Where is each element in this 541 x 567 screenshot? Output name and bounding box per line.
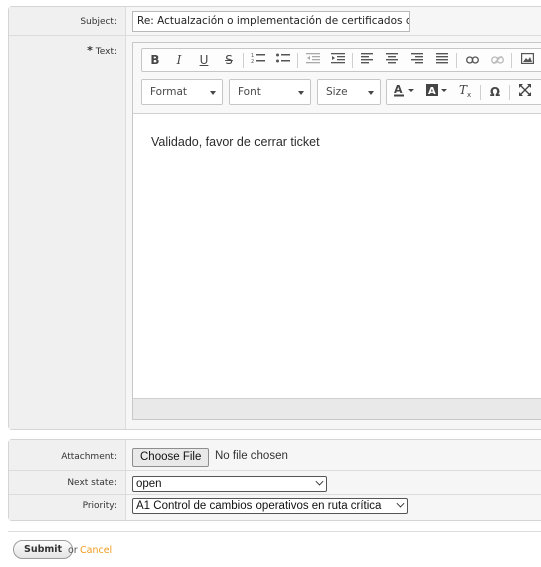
toolbar-separator bbox=[456, 53, 457, 68]
required-mark: * bbox=[87, 44, 93, 57]
remove-format-icon[interactable]: Tx bbox=[455, 83, 477, 102]
next-state-select[interactable]: open bbox=[132, 476, 327, 492]
format-label: Format bbox=[150, 86, 188, 98]
align-center-icon[interactable] bbox=[381, 51, 403, 70]
priority-row: Priority: A1 Control de cambios operativ… bbox=[9, 495, 541, 519]
priority-select[interactable]: A1 Control de cambios operativos en ruta… bbox=[132, 498, 408, 514]
svg-text:A: A bbox=[394, 83, 403, 96]
attachment-row: Attachment: Choose File No file chosen bbox=[9, 444, 541, 470]
align-right-icon[interactable] bbox=[406, 51, 428, 70]
rich-text-editor: B I U S 12 Format Font Size A A T x Ω Va… bbox=[132, 42, 541, 420]
attachment-label: Attachment: bbox=[61, 452, 117, 462]
toolbar-row2-group: A A Tx Ω bbox=[386, 79, 541, 105]
svg-text:x: x bbox=[467, 91, 471, 97]
indent-icon[interactable] bbox=[327, 51, 349, 70]
editor-status-bar bbox=[133, 398, 541, 419]
maximize-icon[interactable] bbox=[514, 83, 536, 102]
unlink-icon[interactable] bbox=[486, 51, 508, 70]
text-label: Text: bbox=[95, 47, 117, 57]
toolbar-separator bbox=[509, 85, 510, 100]
chevron-down-icon bbox=[396, 499, 405, 508]
or-text: or bbox=[68, 545, 78, 556]
justify-icon[interactable] bbox=[431, 51, 453, 70]
subject-input[interactable]: Re: Actualzación o implementación de cer… bbox=[132, 11, 410, 32]
link-icon[interactable] bbox=[461, 51, 483, 70]
choose-file-button[interactable]: Choose File bbox=[132, 448, 210, 467]
text-label-wrap: * Text: bbox=[9, 44, 126, 57]
chevron-down-icon bbox=[368, 91, 374, 95]
editor-content[interactable]: Validado, favor de cerrar ticket bbox=[151, 135, 320, 149]
chevron-down-icon bbox=[315, 477, 324, 486]
outdent-icon[interactable] bbox=[302, 51, 324, 70]
no-file-text: No file chosen bbox=[215, 450, 288, 462]
next-state-row: Next state: open bbox=[9, 471, 541, 494]
toolbar-separator bbox=[511, 53, 512, 68]
format-dropdown[interactable]: Format bbox=[141, 79, 223, 105]
font-dropdown[interactable]: Font bbox=[229, 79, 311, 105]
size-label: Size bbox=[326, 86, 348, 98]
text-color-icon[interactable]: A bbox=[389, 83, 419, 102]
bg-color-icon[interactable]: A bbox=[422, 83, 452, 102]
ordered-list-icon[interactable]: 12 bbox=[247, 51, 269, 70]
options-panel: Attachment: Choose File No file chosen N… bbox=[8, 439, 541, 521]
priority-label: Priority: bbox=[82, 501, 117, 511]
strike-button[interactable]: S bbox=[218, 51, 240, 70]
subject-row: Subject: Re: Actualzación o implementaci… bbox=[9, 7, 541, 36]
cancel-link[interactable]: Cancel bbox=[80, 545, 112, 556]
priority-value: A1 Control de cambios operativos en ruta… bbox=[136, 500, 382, 512]
chevron-down-icon bbox=[298, 91, 304, 95]
image-icon[interactable] bbox=[516, 51, 538, 70]
label-column bbox=[9, 7, 126, 429]
bold-button[interactable]: B bbox=[144, 51, 166, 70]
italic-button[interactable]: I bbox=[168, 51, 190, 70]
toolbar-separator bbox=[352, 53, 353, 68]
toolbar-separator bbox=[297, 53, 298, 68]
toolbar-separator bbox=[480, 85, 481, 100]
underline-button[interactable]: U bbox=[193, 51, 215, 70]
align-left-icon[interactable] bbox=[356, 51, 378, 70]
chevron-down-icon bbox=[210, 91, 216, 95]
unordered-list-icon[interactable] bbox=[272, 51, 294, 70]
svg-text:A: A bbox=[428, 86, 436, 97]
special-char-icon[interactable]: Ω bbox=[484, 83, 506, 102]
font-label: Font bbox=[238, 86, 261, 98]
next-state-value: open bbox=[136, 478, 162, 490]
compose-panel: Subject: Re: Actualzación o implementaci… bbox=[8, 6, 541, 430]
svg-text:2: 2 bbox=[251, 59, 254, 64]
toolbar-separator bbox=[243, 53, 244, 68]
editor-toolbar: B I U S 12 Format Font Size A A T x Ω bbox=[133, 43, 541, 114]
toolbar-row1: B I U S 12 bbox=[141, 48, 541, 72]
submit-button[interactable]: Submit bbox=[13, 540, 74, 559]
size-dropdown[interactable]: Size bbox=[317, 79, 381, 105]
next-state-label: Next state: bbox=[67, 478, 117, 488]
subject-label: Subject: bbox=[80, 17, 117, 27]
footer-divider bbox=[8, 531, 541, 532]
